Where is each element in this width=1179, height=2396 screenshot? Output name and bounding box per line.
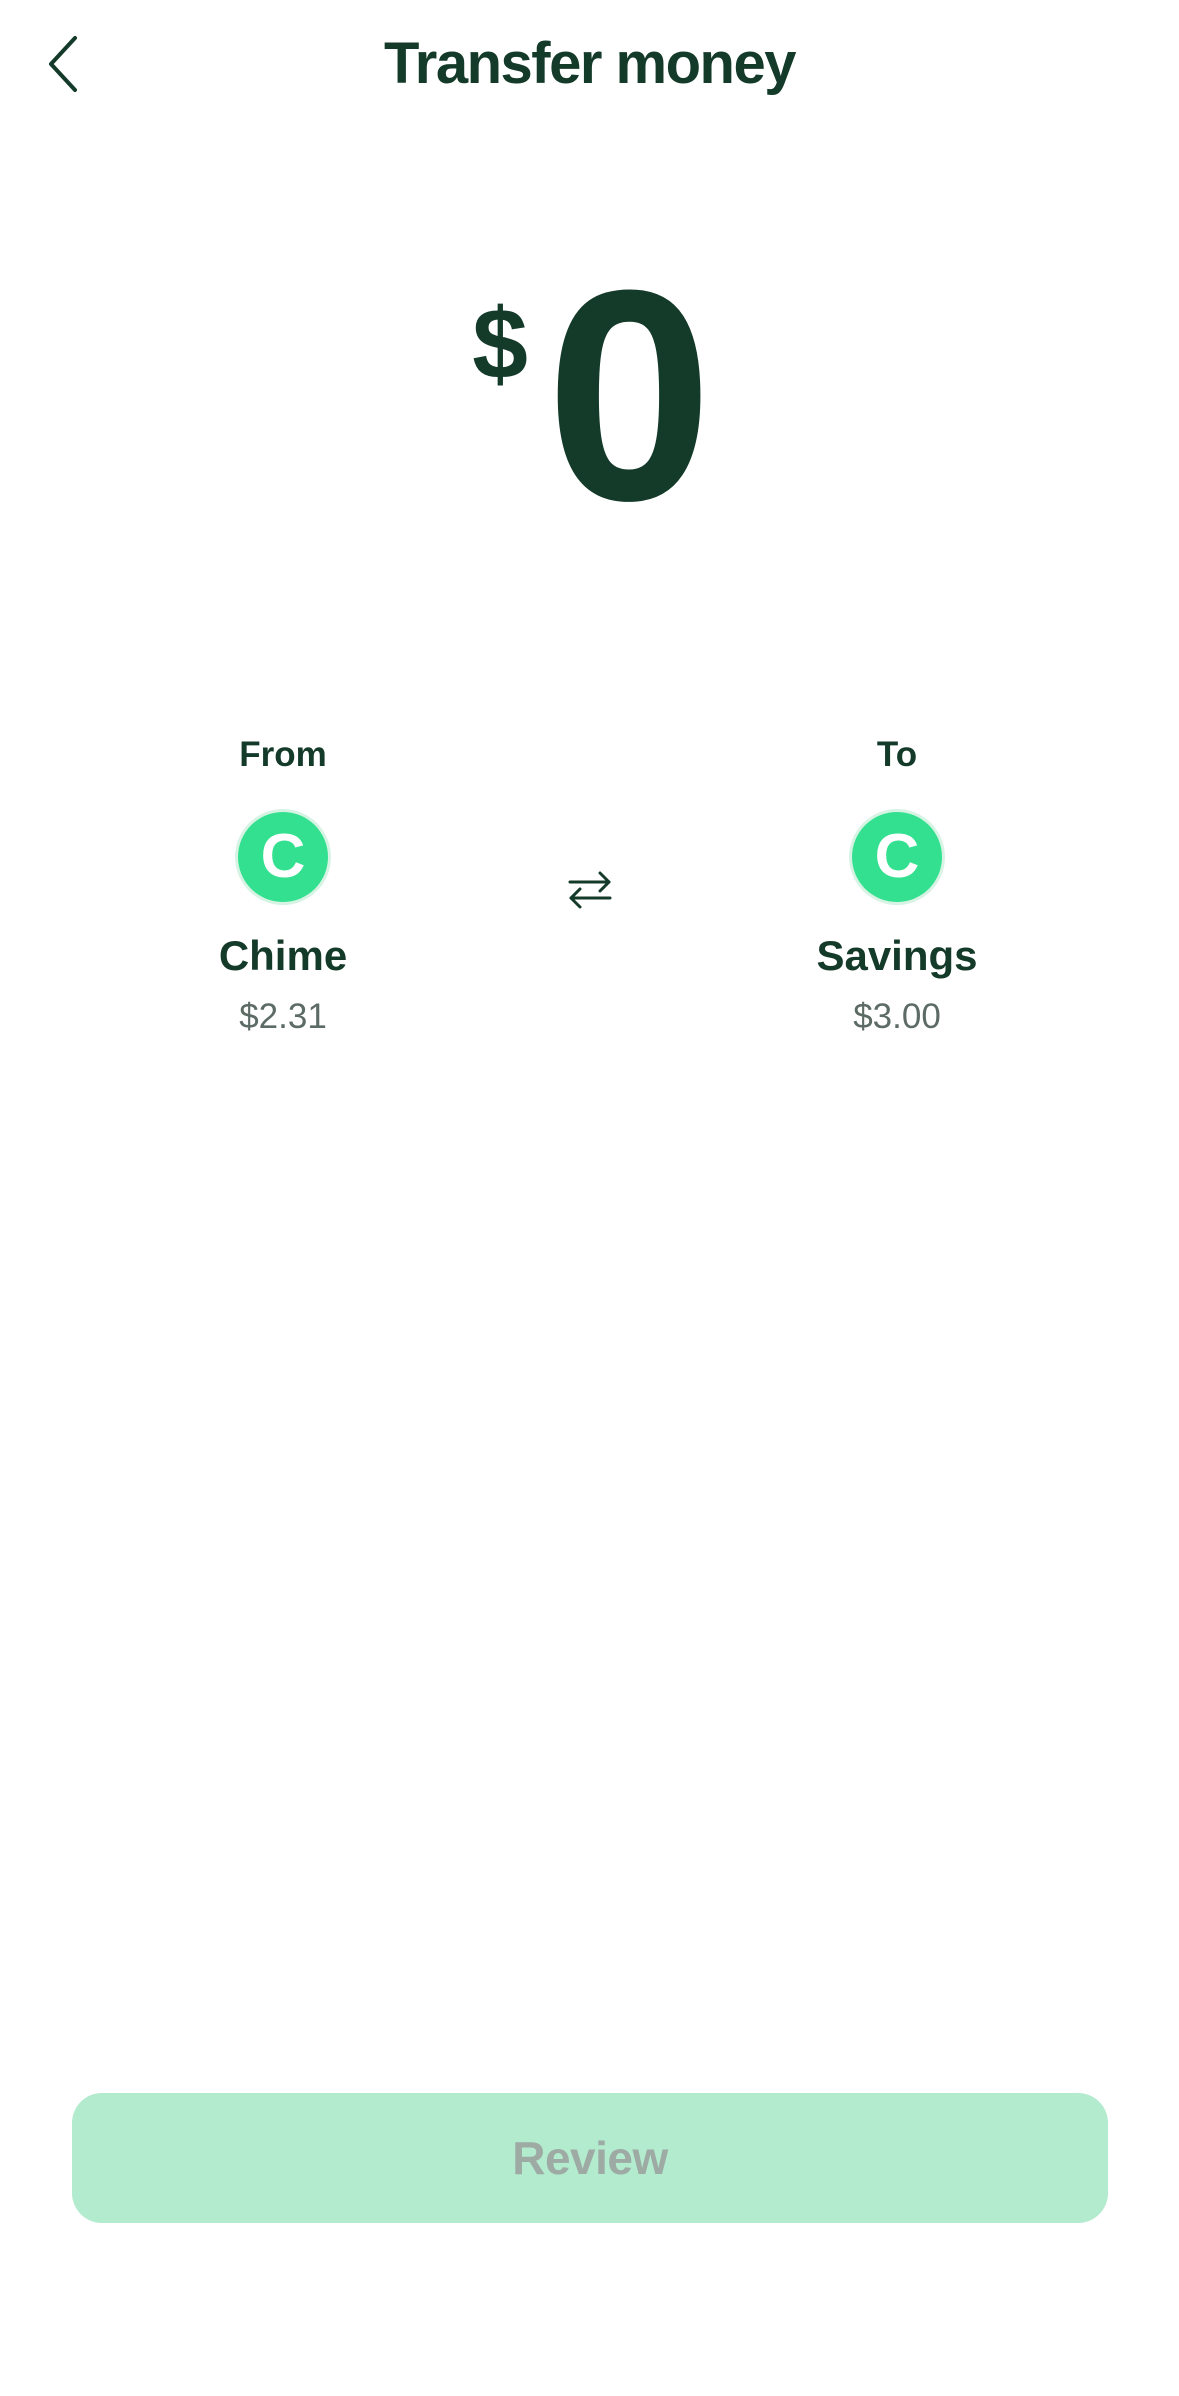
- logo-letter: C: [260, 822, 306, 891]
- chime-logo-icon: C: [238, 812, 328, 902]
- review-button[interactable]: Review: [72, 2093, 1108, 2223]
- to-label: To: [876, 735, 918, 774]
- swap-arrows-icon: [568, 871, 612, 909]
- to-account-balance: $3.00: [853, 997, 941, 1036]
- amount-display[interactable]: $ 0: [0, 227, 1179, 563]
- currency-symbol: $: [472, 288, 528, 400]
- from-account-name: Chime: [218, 932, 348, 979]
- swap-accounts-button[interactable]: [555, 855, 625, 925]
- logo-letter: C: [874, 822, 920, 891]
- from-account-balance: $2.31: [239, 997, 327, 1036]
- header: Transfer money: [0, 0, 1179, 130]
- to-account-name: Savings: [816, 932, 978, 979]
- to-account[interactable]: To C Savings $3.00: [737, 730, 1057, 1042]
- from-account[interactable]: From C Chime $2.31: [123, 730, 443, 1042]
- chime-logo-icon: C: [852, 812, 942, 902]
- amount-value: 0: [545, 227, 713, 563]
- transfer-money-screen: Transfer money $ 0 From C Chime $2.31 To…: [0, 0, 1179, 2396]
- from-label: From: [239, 735, 327, 774]
- page-title: Transfer money: [384, 31, 796, 96]
